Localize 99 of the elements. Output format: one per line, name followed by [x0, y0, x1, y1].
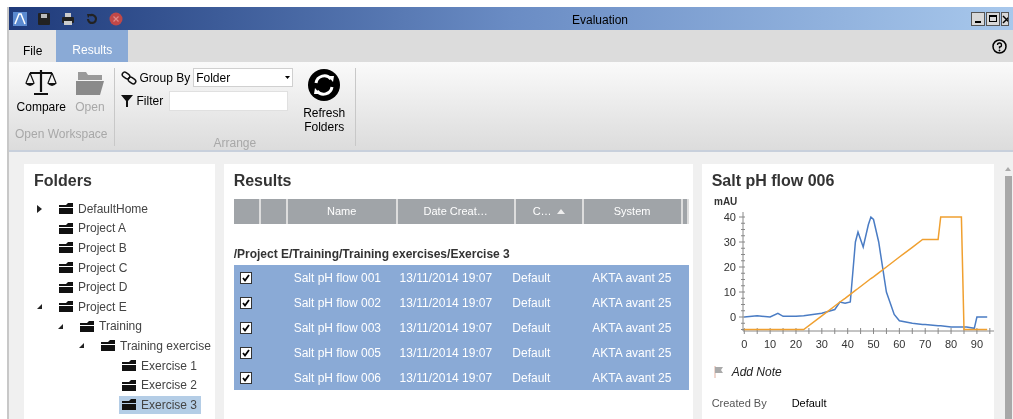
tree-item[interactable]: Project E — [56, 297, 131, 316]
stop-icon[interactable] — [109, 11, 123, 26]
filter-label: Filter — [136, 93, 164, 110]
y-tick-label: 0 — [729, 311, 736, 323]
tree-item[interactable]: Project A — [56, 219, 131, 238]
table-cell-text: Salt pH flow 001 — [293, 269, 382, 287]
x-tick-label: 90 — [970, 338, 983, 350]
save-icon[interactable] — [37, 11, 51, 26]
table-cell-text: Default — [512, 369, 552, 387]
table-cell-text: 13/11/2014 19:07 — [399, 319, 494, 337]
table-cell-text: 13/11/2014 19:07 — [399, 344, 494, 362]
table-cell-text: 13/11/2014 19:07 — [399, 369, 494, 387]
x-tick-label: 10 — [763, 338, 776, 350]
table-cell-text: Default — [512, 294, 552, 312]
help-icon[interactable] — [992, 39, 1007, 54]
folder-icon — [59, 301, 73, 313]
checkbox[interactable] — [239, 346, 252, 359]
flag-icon — [713, 366, 724, 378]
x-tick-label: 80 — [944, 338, 957, 350]
caret-icon — [285, 76, 291, 79]
table-cell-text: 13/11/2014 19:07 — [399, 269, 494, 287]
table-cell-text: AKTA avant 25 — [592, 269, 673, 287]
filter-field[interactable] — [169, 91, 289, 111]
window-title: Evaluation — [572, 12, 629, 29]
table-cell-text: Salt pH flow 003 — [293, 319, 382, 337]
y-axis-label: mAU — [713, 196, 737, 207]
x-tick-label: 40 — [841, 338, 854, 350]
checkbox[interactable] — [239, 296, 252, 309]
menu-tab[interactable]: File — [9, 30, 57, 62]
tree-item[interactable]: Training — [77, 317, 146, 336]
folder-icon — [59, 222, 73, 234]
scrollbar-thumb[interactable] — [1004, 176, 1012, 419]
expanded-arrow-icon[interactable] — [58, 323, 63, 329]
ribbon-button[interactable]: Refresh Folders — [299, 68, 350, 134]
tree-item[interactable]: Project C — [56, 258, 132, 277]
group-header: /Project E/Training/Training exercises/Exercise 3 — [233, 246, 511, 259]
checkbox[interactable] — [239, 271, 252, 284]
print-icon[interactable] — [61, 11, 75, 26]
folder-icon — [59, 242, 73, 254]
tree-item[interactable]: Training exercise — [98, 336, 215, 355]
tree-item[interactable]: Project B — [56, 239, 131, 257]
group-by-label: Group By — [139, 69, 191, 87]
table-cell-text: Salt pH flow 005 — [293, 344, 382, 362]
folder-icon — [101, 340, 115, 352]
close-button[interactable] — [1001, 11, 1009, 26]
filter-icon — [120, 95, 133, 107]
panel-title: Salt pH flow 006 — [711, 171, 836, 191]
y-tick-label: 20 — [723, 261, 736, 273]
x-tick-label: 60 — [892, 338, 906, 350]
minimize-button[interactable] — [971, 11, 985, 26]
add-note-link[interactable]: Add Note — [731, 363, 782, 381]
y-tick-label: 10 — [723, 286, 736, 298]
x-tick-label: 50 — [867, 338, 880, 350]
collapsed-arrow-icon[interactable] — [37, 204, 42, 213]
link-icon — [120, 70, 137, 85]
table-cell-text: AKTA avant 25 — [592, 319, 673, 337]
tree-item[interactable]: Exercise 3 — [119, 395, 202, 414]
tree-item[interactable]: DefaultHome — [56, 199, 153, 218]
table-cell-text: Default — [512, 269, 552, 287]
field-value: Default — [791, 396, 827, 411]
x-tick-label: 70 — [918, 338, 931, 350]
y-tick-label: 40 — [723, 211, 736, 223]
table-cell-text: Default — [512, 344, 552, 362]
table-cell-text: AKTA avant 25 — [592, 369, 673, 387]
tree-item[interactable]: Project D — [56, 278, 132, 297]
folder-icon — [59, 281, 73, 293]
maximize-button[interactable] — [986, 11, 1000, 26]
table-cell-text: AKTA avant 25 — [592, 344, 673, 362]
field-label: Created By — [711, 396, 768, 411]
tree-item[interactable]: Exercise 2 — [119, 376, 202, 395]
scrollbar[interactable] — [1003, 164, 1013, 419]
table-cell-text: Salt pH flow 002 — [293, 294, 382, 312]
x-tick-label: 20 — [789, 338, 802, 350]
folder-icon — [122, 360, 136, 372]
x-tick-label: 0 — [740, 338, 747, 350]
tree-item[interactable]: Exercise 1 — [119, 356, 202, 375]
group-by-dropdown[interactable]: Folder — [193, 68, 294, 87]
ribbon-group-label: Open Workspace — [15, 126, 108, 143]
logo-icon[interactable] — [13, 11, 27, 26]
expanded-arrow-icon[interactable] — [79, 343, 84, 349]
folder-icon — [122, 379, 136, 391]
checkbox[interactable] — [239, 321, 252, 334]
panel-title: Folders — [34, 171, 93, 191]
folder-icon — [59, 262, 73, 274]
folder-icon — [80, 320, 94, 332]
expanded-arrow-icon[interactable] — [37, 304, 42, 310]
checkbox[interactable] — [239, 371, 252, 384]
table-cell-text: Default — [512, 319, 552, 337]
folder-icon — [122, 399, 136, 411]
scales-icon — [24, 68, 59, 96]
refresh-icon — [307, 68, 342, 102]
table-cell-text: AKTA avant 25 — [592, 294, 673, 312]
table-cell-text: Salt pH flow 006 — [293, 369, 382, 387]
ribbon-button[interactable]: Compare — [15, 68, 67, 114]
x-tick-label: 30 — [815, 338, 828, 350]
table-cell-text: 13/11/2014 19:07 — [399, 294, 494, 312]
panel-title: Results — [233, 171, 293, 191]
y-tick-label: 30 — [723, 236, 736, 248]
folder-icon — [59, 203, 73, 215]
